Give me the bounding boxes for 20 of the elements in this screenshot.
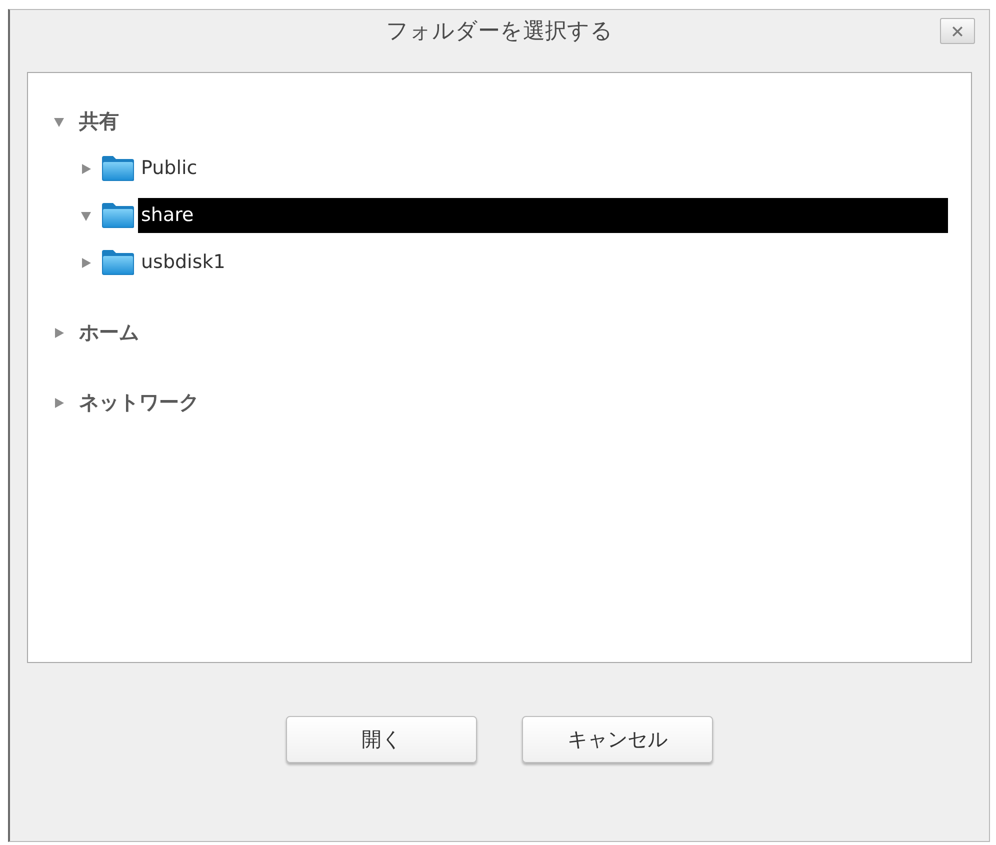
disclosure-triangle-icon[interactable]	[81, 210, 91, 220]
disclosure-triangle-icon[interactable]	[54, 328, 64, 338]
folder-icon	[101, 249, 135, 276]
tree-item[interactable]: 共有	[79, 104, 119, 139]
disclosure-triangle-icon[interactable]	[54, 398, 64, 408]
disclosure-triangle-icon[interactable]	[81, 164, 91, 174]
dialog-button[interactable]: 開く	[286, 716, 477, 763]
folder-icon	[101, 202, 135, 229]
tree-item[interactable]: Public	[138, 151, 200, 186]
disclosure-triangle-icon[interactable]	[54, 116, 64, 126]
tree-item[interactable]: usbdisk1	[138, 245, 228, 280]
tree-item[interactable]: ホーム	[79, 315, 139, 350]
tree-item[interactable]: share	[138, 198, 948, 233]
disclosure-triangle-icon[interactable]	[81, 258, 91, 268]
dialog-button[interactable]: キャンセル	[522, 716, 713, 763]
close-button[interactable]	[940, 18, 975, 44]
close-icon	[952, 26, 963, 36]
folder-icon	[101, 155, 135, 182]
tree-item[interactable]: ネットワーク	[79, 385, 199, 420]
dialog-title: フォルダーを選択する	[386, 18, 613, 46]
